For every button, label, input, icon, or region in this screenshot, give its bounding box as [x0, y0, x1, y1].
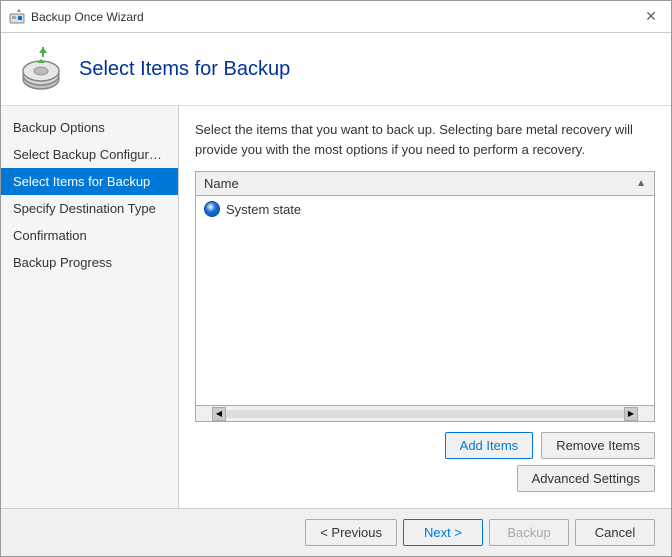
scroll-left-btn[interactable]: ◀ [212, 407, 226, 421]
horizontal-scrollbar[interactable]: ◀ ▶ [196, 405, 654, 421]
close-button[interactable]: ✕ [639, 5, 663, 29]
action-buttons-row1: Add Items Remove Items [195, 432, 655, 459]
title-bar: Backup Once Wizard ✕ [1, 1, 671, 33]
previous-button[interactable]: < Previous [305, 519, 397, 546]
list-item[interactable]: System state [196, 196, 654, 222]
wizard-header: Select Items for Backup [1, 33, 671, 106]
sort-indicator: ▲ [636, 178, 646, 189]
list-header: Name ▲ [196, 172, 654, 196]
next-button[interactable]: Next > [403, 519, 483, 546]
title-bar-left: Backup Once Wizard [9, 9, 144, 25]
title-bar-text: Backup Once Wizard [31, 10, 144, 24]
sidebar-item-specify-destination[interactable]: Specify Destination Type [1, 195, 178, 222]
app-icon [9, 9, 25, 25]
sidebar-item-select-items[interactable]: Select Items for Backup [1, 168, 178, 195]
system-state-label: System state [226, 202, 301, 217]
wizard-window: Backup Once Wizard ✕ Select Items for Ba… [0, 0, 672, 557]
header-icon [17, 45, 65, 93]
main-content: Select the items that you want to back u… [179, 106, 671, 508]
sidebar-item-backup-options[interactable]: Backup Options [1, 114, 178, 141]
remove-items-button[interactable]: Remove Items [541, 432, 655, 459]
action-buttons-row2: Advanced Settings [195, 465, 655, 492]
advanced-settings-button[interactable]: Advanced Settings [517, 465, 655, 492]
add-items-button[interactable]: Add Items [445, 432, 534, 459]
sidebar-item-confirmation[interactable]: Confirmation [1, 222, 178, 249]
description-text: Select the items that you want to back u… [195, 120, 655, 159]
sidebar-item-select-backup-config[interactable]: Select Backup Configurat... [1, 141, 178, 168]
sidebar: Backup Options Select Backup Configurat.… [1, 106, 179, 508]
scrollbar-track [226, 410, 624, 418]
items-list-container: Name ▲ System state ◀ ▶ [195, 171, 655, 422]
cancel-button[interactable]: Cancel [575, 519, 655, 546]
scroll-right-btn[interactable]: ▶ [624, 407, 638, 421]
footer: < Previous Next > Backup Cancel [1, 508, 671, 556]
sidebar-item-backup-progress[interactable]: Backup Progress [1, 249, 178, 276]
name-column-header: Name [204, 176, 239, 191]
content-area: Backup Options Select Backup Configurat.… [1, 106, 671, 508]
page-title: Select Items for Backup [79, 58, 290, 81]
system-state-icon [204, 201, 220, 217]
list-body: System state [196, 196, 654, 405]
backup-button[interactable]: Backup [489, 519, 569, 546]
